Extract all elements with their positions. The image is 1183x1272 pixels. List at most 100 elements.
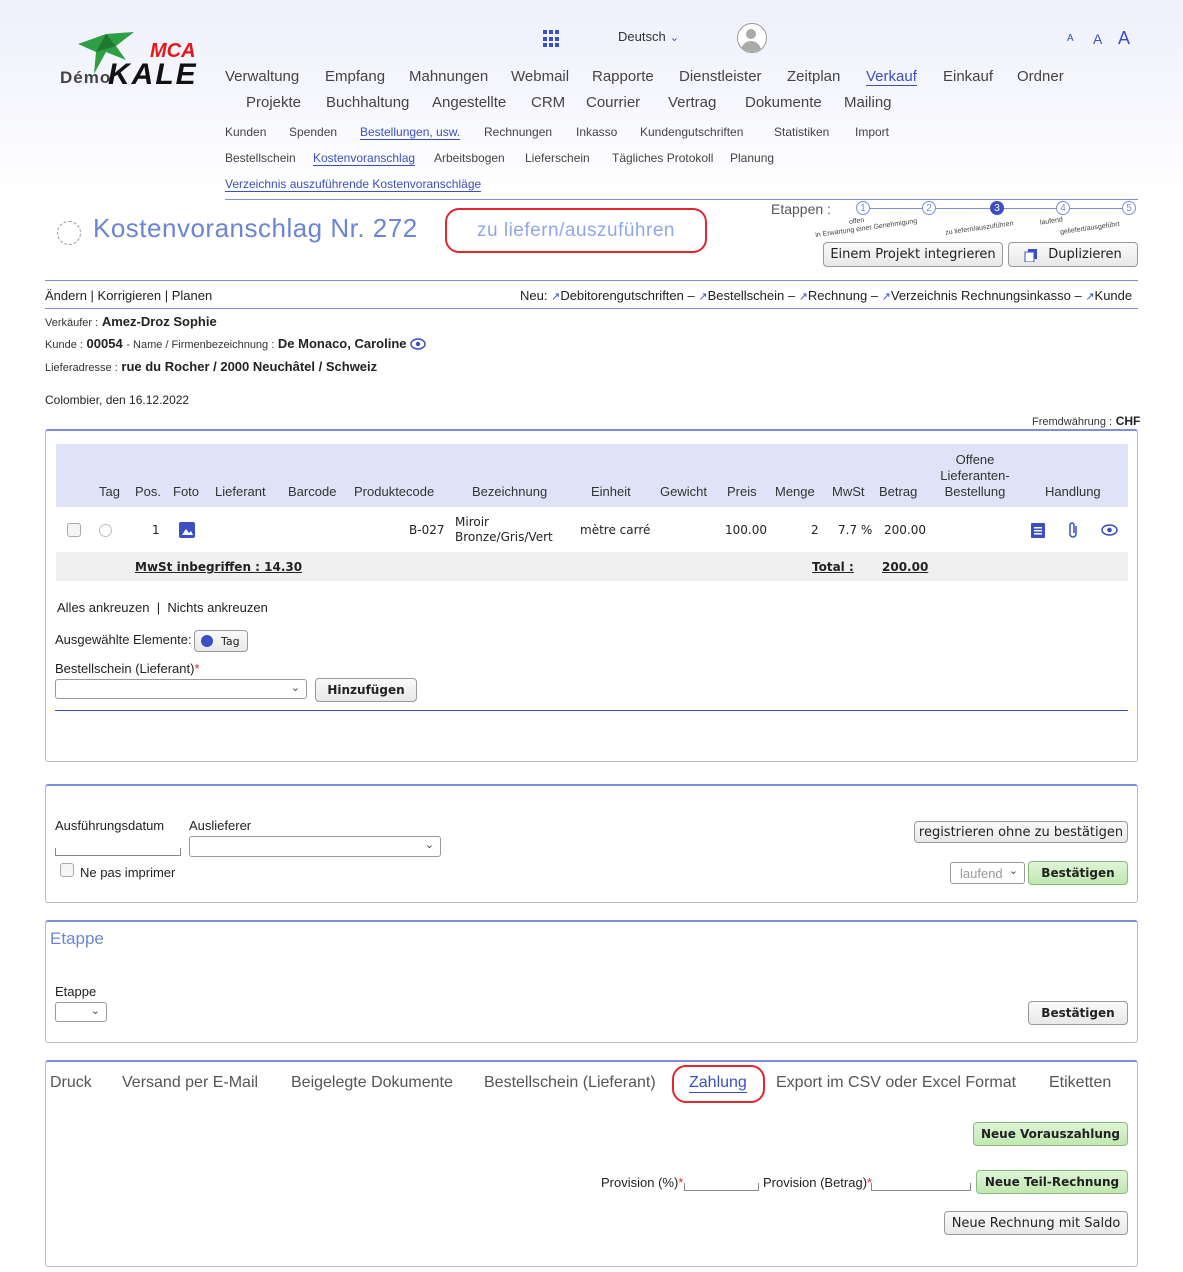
col-betrag[interactable]: Betrag (879, 484, 917, 499)
step-1[interactable]: 1 (856, 201, 870, 215)
state-select[interactable]: laufend ⌄ (950, 862, 1025, 884)
nav-projekte[interactable]: Projekte (246, 94, 301, 111)
row-checkbox[interactable] (67, 523, 81, 537)
nav-crm[interactable]: CRM (531, 94, 565, 111)
col-foto[interactable]: Foto (173, 484, 199, 499)
execution-date-input[interactable] (55, 848, 181, 856)
confirm-button[interactable]: Bestätigen (1028, 861, 1128, 885)
nav-verkauf[interactable]: Verkauf (866, 68, 917, 86)
subnav-kundengutschriften[interactable]: Kundengutschriften (640, 125, 743, 139)
subnav2-arbeitsbogen[interactable]: Arbeitsbogen (434, 151, 505, 165)
subnav-kunden[interactable]: Kunden (225, 125, 266, 139)
nav-courrier[interactable]: Courrier (586, 94, 640, 111)
eye-icon[interactable] (410, 338, 426, 350)
col-lieferant[interactable]: Lieferant (215, 484, 266, 499)
link-rechnung[interactable]: Rechnung (808, 288, 867, 303)
add-button[interactable]: Hinzufügen (315, 678, 417, 702)
select-none-link[interactable]: Nichts ankreuzen (167, 600, 267, 615)
link-debitorengutschriften[interactable]: Debitorengutschriften (560, 288, 684, 303)
no-print-checkbox[interactable] (60, 863, 74, 877)
col-bezeichnung[interactable]: Bezeichnung (472, 484, 547, 499)
subnav2-lieferschein[interactable]: Lieferschein (525, 151, 590, 165)
subnav2-kostenvoranschlag[interactable]: Kostenvoranschlag (313, 151, 416, 166)
nav-mahnungen[interactable]: Mahnungen (409, 68, 488, 85)
select-all-link[interactable]: Alles ankreuzen (57, 600, 150, 615)
provision-amount-input[interactable] (871, 1183, 971, 1191)
col-tag[interactable]: Tag (99, 484, 120, 499)
etappe-confirm-button[interactable]: Bestätigen (1028, 1001, 1128, 1025)
provision-pct-input[interactable] (684, 1183, 759, 1191)
font-size-medium-button[interactable]: A (1093, 31, 1102, 47)
edit-actions[interactable]: Ändern | Korrigieren | Planen (45, 288, 212, 303)
new-prepayment-button[interactable]: Neue Vorauszahlung (973, 1122, 1128, 1146)
duplicate-button[interactable]: Duplizieren (1008, 242, 1138, 267)
image-icon[interactable] (179, 522, 195, 538)
tag-toggle-button[interactable]: Tag (194, 630, 248, 652)
eye-icon[interactable] (1101, 524, 1118, 536)
tab-etiketten[interactable]: Etiketten (1049, 1074, 1111, 1092)
font-size-large-button[interactable]: A (1118, 28, 1130, 49)
subnav2-planung[interactable]: Planung (730, 151, 774, 165)
logo[interactable]: Démo MCA KALE (58, 30, 218, 100)
nav-empfang[interactable]: Empfang (325, 68, 385, 85)
tab-email[interactable]: Versand per E-Mail (122, 1074, 258, 1092)
step-4[interactable]: 4 (1056, 201, 1070, 215)
row-tag-radio[interactable] (99, 524, 112, 537)
nav-dienstleister[interactable]: Dienstleister (679, 68, 762, 85)
language-select[interactable]: Deutsch ⌄ (618, 29, 679, 44)
tab-zahlung[interactable]: Zahlung (689, 1074, 747, 1093)
document-icon[interactable] (1031, 523, 1045, 538)
col-einheit[interactable]: Einheit (591, 484, 631, 499)
nav-rapporte[interactable]: Rapporte (592, 68, 654, 85)
subnav-rechnungen[interactable]: Rechnungen (484, 125, 552, 139)
etappe-select[interactable]: ⌄ (55, 1002, 107, 1022)
nav-dokumente[interactable]: Dokumente (745, 94, 822, 111)
nav-verwaltung[interactable]: Verwaltung (225, 68, 299, 85)
deliverer-select[interactable]: ⌄ (189, 836, 441, 857)
step-5[interactable]: 5 (1122, 201, 1136, 215)
link-kunde[interactable]: Kunde (1095, 288, 1133, 303)
nav-einkauf[interactable]: Einkauf (943, 68, 993, 85)
col-menge[interactable]: Menge (775, 484, 815, 499)
paperclip-icon[interactable] (1068, 522, 1080, 539)
col-pos[interactable]: Pos. (135, 484, 161, 499)
step-3[interactable]: 3 (990, 201, 1004, 215)
font-size-small-button[interactable]: A (1067, 33, 1074, 44)
nav-mailing[interactable]: Mailing (844, 94, 892, 111)
new-partial-invoice-button[interactable]: Neue Teil-Rechnung (976, 1170, 1128, 1194)
subnav-import[interactable]: Import (855, 125, 889, 139)
tab-documents[interactable]: Beigelegte Dokumente (291, 1074, 453, 1092)
new-balance-invoice-button[interactable]: Neue Rechnung mit Saldo (944, 1211, 1128, 1235)
tab-druck[interactable]: Druck (50, 1074, 92, 1092)
nav-angestellte[interactable]: Angestellte (432, 94, 506, 111)
nav-zeitplan[interactable]: Zeitplan (787, 68, 840, 85)
nav-buchhaltung[interactable]: Buchhaltung (326, 94, 409, 111)
col-gewicht[interactable]: Gewicht (660, 484, 707, 499)
subnav2-protokoll[interactable]: Tägliches Protokoll (612, 151, 713, 165)
subnav-spenden[interactable]: Spenden (289, 125, 337, 139)
client-name[interactable]: De Monaco, Caroline (278, 336, 407, 351)
col-mwst[interactable]: MwSt (832, 484, 865, 499)
col-barcode[interactable]: Barcode (288, 484, 336, 499)
step-2[interactable]: 2 (922, 201, 936, 215)
col-offene-bestellung[interactable]: Offene Lieferanten- Bestellung (930, 452, 1020, 500)
apps-grid-icon[interactable] (543, 30, 561, 48)
subnav-inkasso[interactable]: Inkasso (576, 125, 617, 139)
col-preis[interactable]: Preis (727, 484, 757, 499)
tab-po-supplier[interactable]: Bestellschein (Lieferant) (484, 1074, 656, 1092)
nav-ordner[interactable]: Ordner (1017, 68, 1064, 85)
integrate-project-button[interactable]: Einem Projekt integrieren (823, 242, 1003, 267)
tab-export[interactable]: Export im CSV oder Excel Format (776, 1074, 1016, 1092)
user-avatar[interactable] (737, 23, 767, 53)
subnav3-verzeichnis[interactable]: Verzeichnis auszuführende Kostenvoransch… (225, 177, 482, 192)
link-bestellschein[interactable]: Bestellschein (708, 288, 785, 303)
col-produktecode[interactable]: Produktecode (354, 484, 434, 499)
po-supplier-select[interactable]: ⌄ (55, 679, 307, 699)
subnav-bestellungen[interactable]: Bestellungen, usw. (360, 125, 461, 140)
link-verzeichnis-inkasso[interactable]: Verzeichnis Rechnungsinkasso (891, 288, 1071, 303)
nav-webmail[interactable]: Webmail (511, 68, 569, 85)
subnav-statistiken[interactable]: Statistiken (774, 125, 829, 139)
register-without-confirm-button[interactable]: registrieren ohne zu bestätigen (914, 821, 1128, 843)
nav-vertrag[interactable]: Vertrag (668, 94, 716, 111)
subnav2-bestellschein[interactable]: Bestellschein (225, 151, 296, 165)
